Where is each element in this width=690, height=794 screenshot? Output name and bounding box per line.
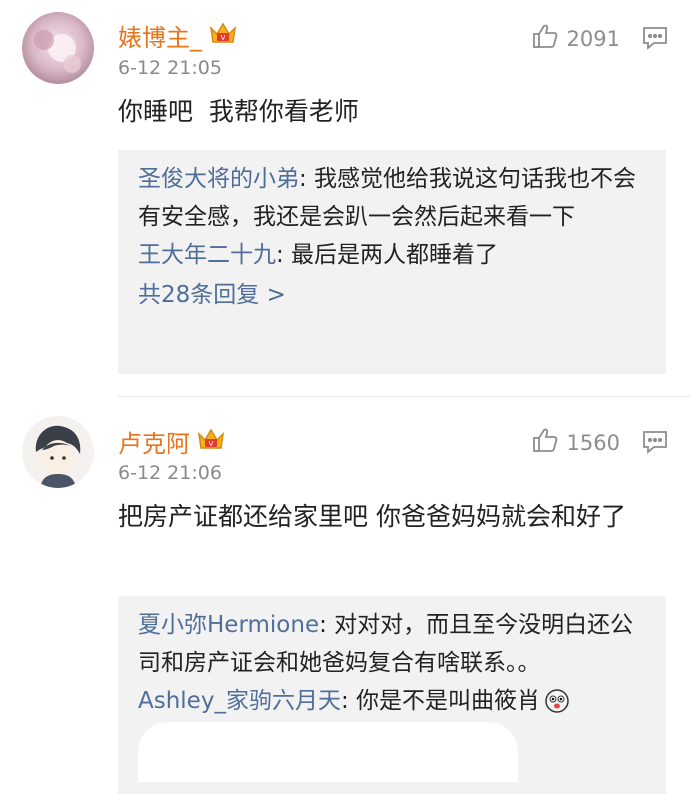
reply-item: 王大年二十九: 最后是两人都睡着了 (138, 236, 646, 274)
comment-time: 6-12 21:06 (118, 462, 222, 484)
svg-text:V: V (209, 440, 214, 448)
reply-text: : 最后是两人都睡着了 (276, 242, 499, 268)
like-count: 2091 (566, 26, 620, 51)
reply-box-blank (138, 722, 518, 782)
avatar[interactable] (22, 416, 94, 488)
svg-text:V: V (221, 34, 226, 42)
reply-username[interactable]: 圣俊大将的小弟 (138, 166, 299, 192)
reply-text: : 你是不是叫曲筱肖 (340, 688, 541, 714)
comment-1: 婊博主_ V 6-12 21:05 2091 你睡吧 我帮你看老师 圣俊大将的小… (0, 0, 690, 390)
vip-crown-icon: V (196, 426, 226, 458)
comment-time: 6-12 21:05 (118, 57, 222, 79)
like-count: 1560 (566, 430, 620, 455)
username[interactable]: 婊博主_ V (118, 18, 238, 53)
reply-item: 圣俊大将的小弟: 我感觉他给我说这句话我也不会有安全感，我还是会趴一会然后起来看… (138, 160, 646, 236)
divider (118, 396, 690, 397)
reply-username[interactable]: 王大年二十九 (138, 242, 276, 268)
comment-text: 你睡吧 我帮你看老师 (118, 97, 359, 126)
reply-username[interactable]: 夏小弥Hermione (138, 612, 319, 638)
more-replies-link[interactable]: 共28条回复 > (138, 276, 646, 314)
avatar[interactable] (22, 12, 94, 84)
reply-item: Ashley_家驹六月天: 你是不是叫曲筱肖 (138, 682, 646, 720)
like-button[interactable]: 2091 (531, 22, 620, 55)
reply-box: 夏小弥Hermione: 对对对，而且至今没明白还公司和房产证会和她爸妈复合有啥… (118, 596, 666, 794)
vip-crown-icon: V (208, 20, 238, 52)
comment-2: 卢克阿 V 6-12 21:06 1560 把房产证都还给家里吧 你爸爸妈妈就会… (0, 400, 690, 794)
reply-username[interactable]: Ashley_家驹六月天 (138, 682, 341, 720)
reply-item: 夏小弥Hermione: 对对对，而且至今没明白还公司和房产证会和她爸妈复合有啥… (138, 606, 646, 682)
thumbs-up-icon (531, 426, 559, 459)
reply-icon[interactable] (642, 430, 668, 458)
emoji-icon (544, 688, 570, 714)
username[interactable]: 卢克阿 V (118, 424, 226, 459)
reply-icon[interactable] (642, 26, 668, 54)
comment-text: 把房产证都还给家里吧 你爸爸妈妈就会和好了 (118, 502, 626, 531)
like-button[interactable]: 1560 (531, 426, 620, 459)
thumbs-up-icon (531, 22, 559, 55)
reply-box: 圣俊大将的小弟: 我感觉他给我说这句话我也不会有安全感，我还是会趴一会然后起来看… (118, 150, 666, 374)
